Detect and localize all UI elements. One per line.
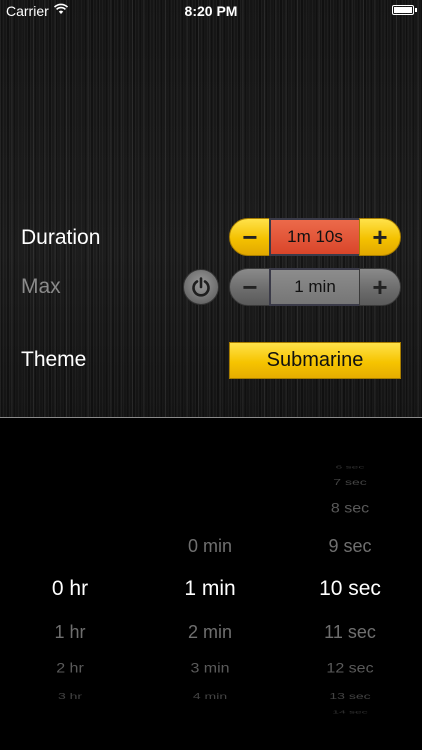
picker-minutes-option[interactable]: 0 min (160, 534, 260, 558)
picker-seconds-selected[interactable]: 10 sec (300, 577, 400, 601)
power-icon (192, 277, 210, 297)
battery-icon (392, 5, 414, 15)
picker-hours-selected[interactable]: 0 hr (20, 577, 120, 601)
max-value: 1 min (269, 268, 361, 306)
status-time: 8:20 PM (184, 3, 238, 19)
theme-label: Theme (21, 348, 87, 371)
duration-label: Duration (21, 226, 101, 249)
duration-value: 1m 10s (269, 218, 361, 256)
max-label: Max (21, 275, 61, 298)
theme-select-button[interactable]: Submarine (229, 342, 401, 379)
max-power-toggle[interactable] (183, 269, 219, 305)
picker-seconds-option[interactable]: 13 sec (300, 689, 400, 703)
max-decrement-button[interactable]: − (229, 268, 271, 306)
picker-seconds-option[interactable]: 14 sec (300, 707, 400, 717)
duration-decrement-button[interactable]: − (229, 218, 271, 256)
picker-hours-option[interactable]: 3 hr (20, 689, 120, 703)
max-increment-button[interactable]: + (359, 268, 401, 306)
picker-minutes-selected[interactable]: 1 min (160, 577, 260, 601)
battery-tip (415, 8, 417, 12)
status-bar: Carrier 8:20 PM (0, 0, 422, 22)
picker-seconds-option[interactable]: 8 sec (300, 499, 400, 519)
picker-seconds-option[interactable]: 7 sec (300, 475, 400, 489)
picker-minutes-option[interactable]: 2 min (160, 620, 260, 644)
divider (0, 417, 422, 418)
picker-seconds-option[interactable]: 6 sec (300, 462, 400, 472)
picker-hours-option[interactable]: 2 hr (20, 659, 120, 679)
picker-minutes-option[interactable]: 4 min (160, 689, 260, 703)
picker-seconds-option[interactable]: 12 sec (300, 659, 400, 679)
picker-hours-option[interactable]: 1 hr (20, 620, 120, 644)
picker-seconds-option[interactable]: 11 sec (300, 620, 400, 644)
duration-stepper: − 1m 10s + (229, 218, 401, 256)
duration-increment-button[interactable]: + (359, 218, 401, 256)
picker-seconds-option[interactable]: 9 sec (300, 534, 400, 558)
max-stepper: − 1 min + (229, 268, 401, 306)
picker-minutes-option[interactable]: 3 min (160, 659, 260, 679)
